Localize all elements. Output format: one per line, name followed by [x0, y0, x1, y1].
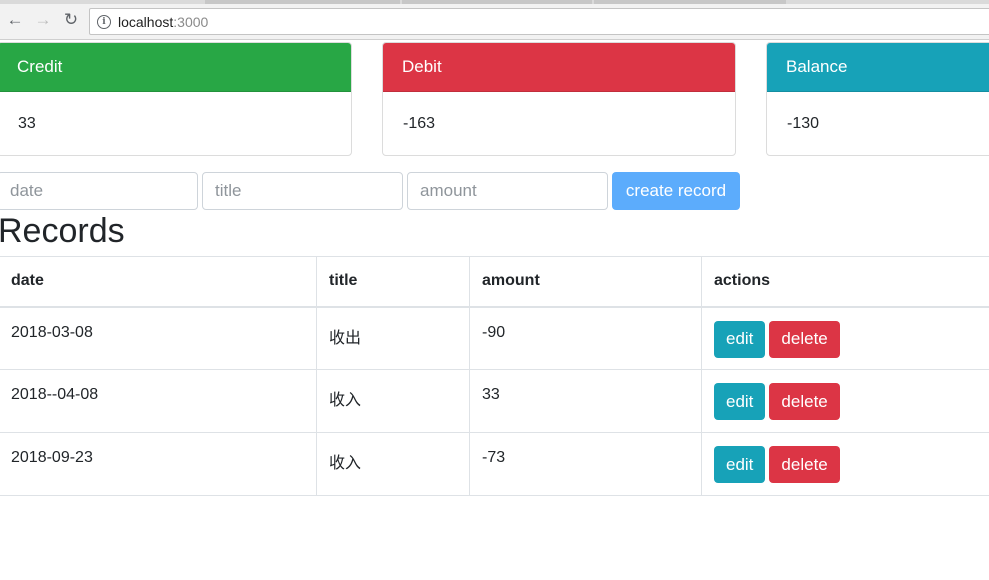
column-header-title: title: [316, 256, 470, 308]
record-actions: edit delete: [701, 306, 989, 370]
table-header-row: date title amount actions: [0, 256, 989, 308]
title-input[interactable]: [202, 172, 403, 210]
record-date: 2018--04-08: [0, 369, 317, 433]
url-port: :3000: [173, 13, 209, 30]
forward-button[interactable]: →: [33, 10, 53, 30]
browser-tab[interactable]: [205, 0, 400, 4]
record-actions: edit delete: [701, 432, 989, 496]
table-row: 2018-03-08 收出 -90 edit delete: [0, 306, 989, 370]
back-button[interactable]: ←: [5, 10, 25, 30]
record-amount: -90: [469, 306, 702, 370]
browser-tab[interactable]: [594, 0, 786, 4]
tab-strip: [0, 0, 989, 4]
column-header-date: date: [0, 256, 317, 308]
record-date: 2018-09-23: [0, 432, 317, 496]
balance-card: Balance -130: [766, 42, 989, 156]
browser-tab[interactable]: [402, 0, 592, 4]
balance-card-header: Balance: [767, 43, 989, 92]
credit-value: 33: [18, 115, 36, 132]
record-title: 收入: [316, 432, 470, 496]
credit-card-header: Credit: [0, 43, 351, 92]
forward-arrow-icon: →: [34, 10, 52, 29]
reload-button[interactable]: ↻: [61, 10, 81, 30]
debit-value: -163: [403, 115, 436, 132]
delete-button[interactable]: delete: [769, 446, 840, 483]
delete-button[interactable]: delete: [769, 320, 840, 358]
edit-button[interactable]: edit: [714, 383, 766, 420]
record-actions: edit delete: [701, 369, 989, 433]
column-header-actions: actions: [701, 256, 989, 308]
credit-card: Credit 33: [0, 42, 352, 156]
reload-icon: ↻: [63, 10, 79, 29]
records-table: date title amount actions 2018-03-08 收出 …: [0, 256, 989, 496]
browser-toolbar: ← → ↻ i localhost:3000: [0, 0, 989, 40]
table-row: 2018--04-08 收入 33 edit delete: [0, 369, 989, 433]
record-amount: 33: [469, 369, 702, 433]
record-title: 收入: [316, 369, 470, 433]
balance-value: -130: [787, 115, 820, 132]
create-record-button[interactable]: create record: [612, 172, 740, 210]
record-amount: -73: [469, 432, 702, 496]
table-row: 2018-09-23 收入 -73 edit delete: [0, 432, 989, 496]
edit-button[interactable]: edit: [714, 320, 766, 358]
edit-button[interactable]: edit: [714, 446, 766, 483]
info-icon[interactable]: i: [97, 14, 111, 29]
record-date: 2018-03-08: [0, 306, 317, 370]
column-header-amount: amount: [469, 256, 702, 308]
url-host: localhost: [118, 13, 174, 30]
back-arrow-icon: ←: [6, 10, 24, 29]
debit-card-header: Debit: [383, 43, 735, 92]
delete-button[interactable]: delete: [769, 383, 840, 420]
address-bar[interactable]: i localhost:3000: [89, 8, 989, 35]
record-title: 收出: [316, 306, 470, 370]
date-input[interactable]: [0, 172, 198, 210]
records-heading: Records: [0, 212, 125, 250]
amount-input[interactable]: [407, 172, 608, 210]
debit-card: Debit -163: [382, 42, 736, 156]
